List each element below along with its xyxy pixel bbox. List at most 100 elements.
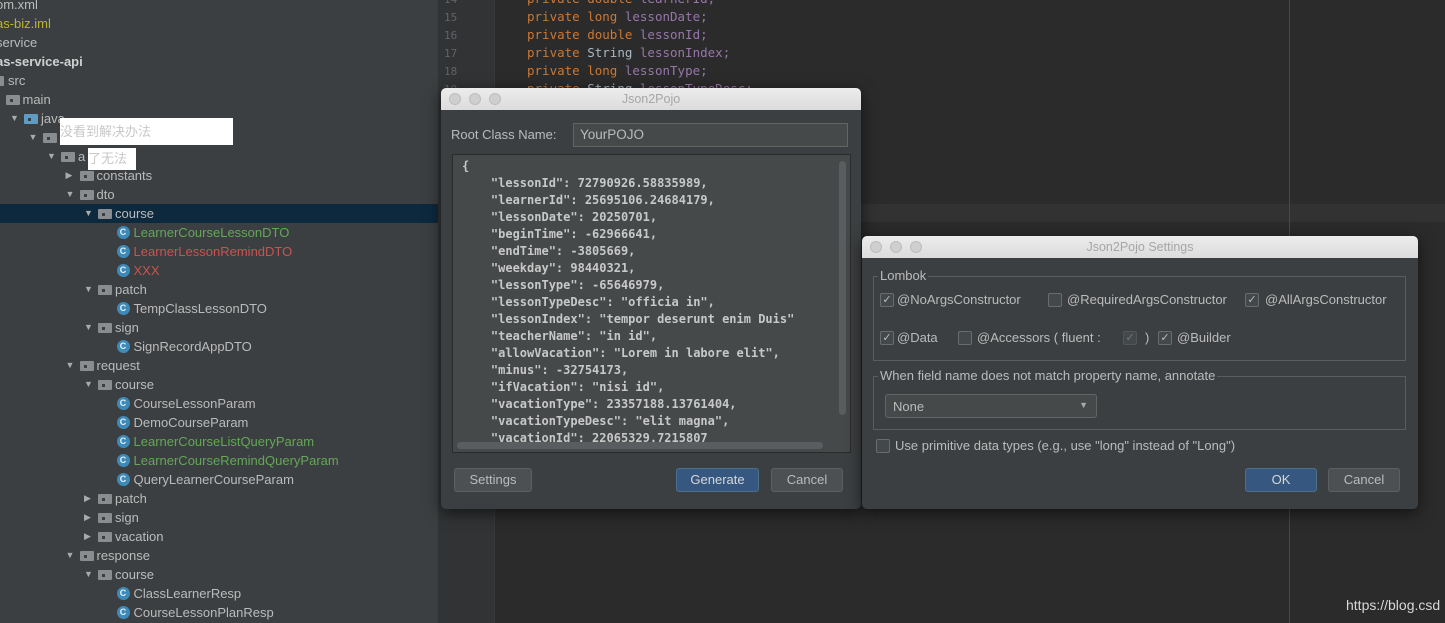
tree-item[interactable]: src xyxy=(0,71,438,90)
expanded-arrow-icon[interactable]: ▼ xyxy=(66,185,75,204)
lombok-option-label: @Data xyxy=(897,330,938,345)
tree-item-label: as-biz.iml xyxy=(0,16,51,31)
expanded-arrow-icon[interactable]: ▼ xyxy=(84,565,93,584)
tree-item[interactable]: ▼ sign xyxy=(0,318,438,337)
class-icon: C xyxy=(116,226,130,239)
primitive-types-checkbox[interactable] xyxy=(876,439,890,453)
collapsed-arrow-icon[interactable]: ▶ xyxy=(66,166,73,185)
code-line: private long lessonType; xyxy=(527,63,708,78)
tree-item[interactable]: C LearnerCourseLessonDTO xyxy=(0,223,438,242)
json-line: "endTime": -3805669, xyxy=(462,244,636,258)
zoom-icon[interactable] xyxy=(910,241,922,253)
expanded-arrow-icon[interactable]: ▼ xyxy=(47,147,56,166)
tree-item[interactable]: ▼ request xyxy=(0,356,438,375)
lombok-option-checkbox[interactable]: ✓ xyxy=(1245,293,1259,307)
tree-item[interactable]: ▼ course xyxy=(0,565,438,584)
annotate-select[interactable]: None ▼ xyxy=(885,394,1097,418)
generate-button[interactable]: Generate xyxy=(676,468,759,492)
tree-item[interactable]: C XXX xyxy=(0,261,438,280)
line-number: 14 xyxy=(444,0,457,6)
code-token: private xyxy=(527,9,580,24)
folder-icon xyxy=(98,285,112,295)
tree-item[interactable]: as-service-api xyxy=(0,52,438,71)
collapsed-arrow-icon[interactable]: ▶ xyxy=(84,508,91,527)
tree-item[interactable]: C SignRecordAppDTO xyxy=(0,337,438,356)
tree-item[interactable]: om.xml xyxy=(0,0,438,14)
tree-item-label: TempClassLessonDTO xyxy=(133,301,267,316)
project-tree[interactable]: om.xml as-biz.iml service as-service-api src… xyxy=(0,0,438,623)
tree-item[interactable]: C ClassLearnerResp xyxy=(0,584,438,603)
expanded-arrow-icon[interactable]: ▼ xyxy=(84,318,93,337)
lombok-option-checkbox[interactable] xyxy=(958,331,972,345)
vertical-scrollbar[interactable] xyxy=(839,161,846,415)
code-token: lessonIndex; xyxy=(639,45,731,60)
tree-item[interactable]: C LearnerCourseRemindQueryParam xyxy=(0,451,438,470)
expanded-arrow-icon[interactable]: ▼ xyxy=(66,356,75,375)
code-token: private xyxy=(527,45,580,60)
cancel-button[interactable]: Cancel xyxy=(771,468,843,492)
tree-item[interactable]: C DemoCourseParam xyxy=(0,413,438,432)
tree-item[interactable]: ▶ vacation xyxy=(0,527,438,546)
minimize-icon[interactable] xyxy=(469,93,481,105)
tree-item[interactable]: service xyxy=(0,33,438,52)
ok-button[interactable]: OK xyxy=(1245,468,1317,492)
tree-item[interactable]: C TempClassLessonDTO xyxy=(0,299,438,318)
lombok-option-checkbox[interactable]: ✓ xyxy=(1123,331,1137,345)
collapsed-arrow-icon[interactable]: ▶ xyxy=(84,489,91,508)
tree-item[interactable]: ▶ patch xyxy=(0,489,438,508)
tree-item[interactable]: ▼ patch xyxy=(0,280,438,299)
tree-item[interactable]: ▼a ce.api xyxy=(0,147,438,166)
minimize-icon[interactable] xyxy=(890,241,902,253)
expanded-arrow-icon[interactable]: ▼ xyxy=(66,546,75,565)
tree-item-label: vacation xyxy=(115,529,164,544)
code-line: private double learnerId; xyxy=(527,0,715,6)
lombok-option-checkbox[interactable]: ✓ xyxy=(880,331,894,345)
json-line: { xyxy=(462,159,470,173)
folder-icon xyxy=(5,95,20,105)
cancel-button[interactable]: Cancel xyxy=(1328,468,1400,492)
expanded-arrow-icon[interactable]: ▼ xyxy=(84,280,93,299)
tree-item[interactable]: C LearnerLessonRemindDTO xyxy=(0,242,438,261)
tree-item-label: patch xyxy=(115,491,147,506)
tree-item[interactable]: main xyxy=(0,90,438,109)
expanded-arrow-icon[interactable]: ▼ xyxy=(10,109,19,128)
tree-item[interactable]: C CourseLessonPlanResp xyxy=(0,603,438,622)
tree-item-label: sign xyxy=(115,320,139,335)
tree-item-label: LearnerLessonRemindDTO xyxy=(133,244,293,259)
settings-button[interactable]: Settings xyxy=(454,468,532,492)
tree-item[interactable]: ▼ course xyxy=(0,375,438,394)
tree-item-label: QueryLearnerCourseParam xyxy=(133,472,294,487)
tree-item[interactable]: C QueryLearnerCourseParam xyxy=(0,470,438,489)
json-line: "learnerId": 25695106.24684179, xyxy=(462,193,715,207)
json-line: "lessonIndex": "tempor deserunt enim Dui… xyxy=(462,312,795,326)
tree-item[interactable]: ▼ dto xyxy=(0,185,438,204)
horizontal-scrollbar[interactable] xyxy=(457,442,823,449)
close-icon[interactable] xyxy=(449,93,461,105)
tree-item-label: DemoCourseParam xyxy=(133,415,249,430)
tree-item[interactable]: ▼ course xyxy=(0,204,438,223)
lombok-option-checkbox[interactable]: ✓ xyxy=(1158,331,1172,345)
tree-item[interactable]: ▼ response xyxy=(0,546,438,565)
tree-item[interactable]: C CourseLessonParam xyxy=(0,394,438,413)
expanded-arrow-icon[interactable]: ▼ xyxy=(84,204,93,223)
expanded-arrow-icon[interactable]: ▼ xyxy=(29,128,38,147)
chevron-down-icon: ▼ xyxy=(1079,400,1088,410)
root-class-input[interactable]: YourPOJO xyxy=(573,123,848,147)
json-line: "allowVacation": "Lorem in labore elit", xyxy=(462,346,780,360)
json-line: "minus": -32754173, xyxy=(462,363,629,377)
expanded-arrow-icon[interactable]: ▼ xyxy=(84,375,93,394)
json-textarea[interactable]: { "lessonId": 72790926.58835989, "learne… xyxy=(452,154,851,453)
tree-item-label: course xyxy=(115,206,155,221)
tree-item[interactable]: ▶ sign xyxy=(0,508,438,527)
tree-item[interactable]: ▶ constants xyxy=(0,166,438,185)
collapsed-arrow-icon[interactable]: ▶ xyxy=(84,527,91,546)
json-line: "lessonId": 72790926.58835989, xyxy=(462,176,708,190)
close-icon[interactable] xyxy=(870,241,882,253)
zoom-icon[interactable] xyxy=(489,93,501,105)
lombok-option-checkbox[interactable] xyxy=(1048,293,1062,307)
lombok-option-checkbox[interactable]: ✓ xyxy=(880,293,894,307)
line-number: 15 xyxy=(444,11,458,24)
tree-item[interactable]: as-biz.iml xyxy=(0,14,438,33)
dialog-titlebar: Json2Pojo xyxy=(441,88,861,110)
tree-item[interactable]: C LearnerCourseListQueryParam xyxy=(0,432,438,451)
